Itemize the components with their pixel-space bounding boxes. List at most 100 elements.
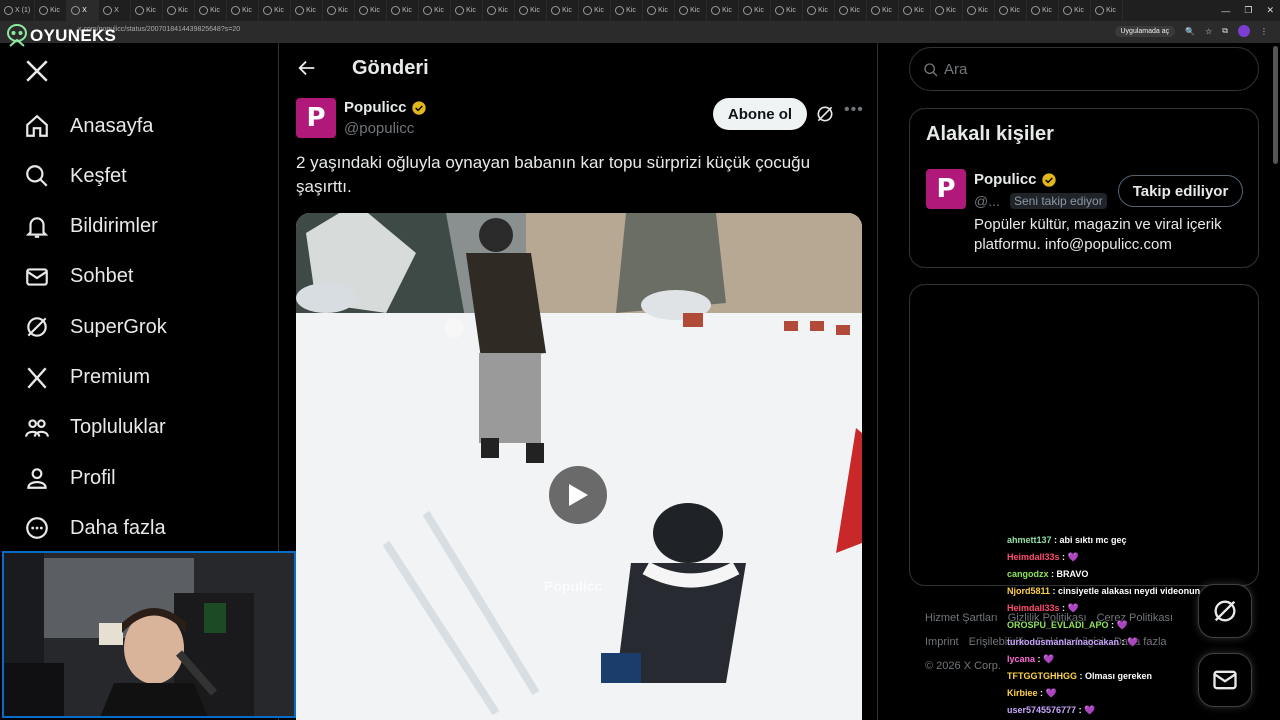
relevant-handle[interactable]: @... (974, 193, 1000, 209)
play-button[interactable] (549, 466, 607, 524)
chat-text: 💜 (1067, 603, 1079, 613)
browser-tab[interactable]: Kic (323, 0, 356, 21)
page-scrollbar[interactable] (1273, 46, 1278, 164)
search-input[interactable]: Ara (909, 47, 1259, 91)
browser-tab[interactable]: X (99, 0, 132, 21)
browser-tab[interactable]: Kic (611, 0, 644, 21)
open-in-app-button[interactable]: Uygulamada aç (1114, 25, 1176, 37)
more-options-icon[interactable]: ••• (844, 101, 864, 119)
back-arrow-icon[interactable] (296, 57, 318, 79)
x-logo-icon[interactable] (24, 58, 50, 84)
browser-tab[interactable]: Kic (899, 0, 932, 21)
tab-favicon-icon (711, 6, 721, 15)
post-video[interactable]: Populicc (296, 213, 862, 720)
browser-tab[interactable]: Kic (707, 0, 740, 21)
tab-label: Kic (530, 7, 540, 14)
follows-you-badge: Seni takip ediyor (1010, 193, 1107, 209)
tab-label: Kic (914, 7, 924, 14)
chat-username: turkodusmanlarinaocakan (1007, 637, 1120, 647)
browser-tab[interactable]: Kic (1091, 0, 1124, 21)
browser-tab[interactable]: Kic (515, 0, 548, 21)
minimize-icon[interactable]: — (1221, 6, 1230, 16)
browser-tab[interactable]: Kic (163, 0, 196, 21)
browser-tab[interactable]: Kic (451, 0, 484, 21)
browser-tab[interactable]: Kic (419, 0, 452, 21)
webcam-overlay (2, 551, 296, 718)
browser-tab[interactable]: Kic (963, 0, 996, 21)
tab-favicon-icon (743, 6, 753, 15)
nav-item-topluluklar[interactable]: Topluluklar (24, 408, 166, 448)
chat-message: lycana : 💜 (1007, 654, 1055, 664)
browser-tab[interactable]: Kic (867, 0, 900, 21)
bookmark-star-icon[interactable]: ☆ (1205, 27, 1212, 36)
browser-tab[interactable]: Kic (1059, 0, 1092, 21)
browser-tab[interactable]: Kic (547, 0, 580, 21)
tab-label: Kic (690, 7, 700, 14)
extensions-icon[interactable]: ⧉ (1222, 26, 1228, 36)
footer-link[interactable]: Imprint (925, 636, 959, 648)
browser-tab[interactable]: Kic (1027, 0, 1060, 21)
chat-text: BRAVO (1056, 569, 1089, 579)
following-button[interactable]: Takip ediliyor (1118, 175, 1243, 207)
menu-icon[interactable]: ⋮ (1260, 27, 1268, 36)
browser-tab[interactable]: Kic (739, 0, 772, 21)
browser-tab[interactable]: Kic (771, 0, 804, 21)
close-icon[interactable]: ✕ (1266, 5, 1274, 16)
nav-item-keşfet[interactable]: Keşfet (24, 156, 127, 196)
browser-tab[interactable]: Kic (227, 0, 260, 21)
browser-tab[interactable]: Kic (131, 0, 164, 21)
footer-link[interactable]: Hizmet Şartları (925, 612, 998, 624)
tab-favicon-icon (1063, 6, 1073, 15)
browser-tab[interactable]: Kic (643, 0, 676, 21)
chat-message: cangodzx : BRAVO (1007, 569, 1089, 579)
profile-icon[interactable] (1238, 25, 1250, 37)
tab-favicon-icon (647, 6, 657, 15)
author-handle[interactable]: @populicc (344, 120, 414, 137)
browser-tab[interactable]: Kic (35, 0, 68, 21)
browser-tab[interactable]: Kic (931, 0, 964, 21)
tab-favicon-icon (391, 6, 401, 15)
browser-tab[interactable]: Kic (291, 0, 324, 21)
tab-favicon-icon (519, 6, 529, 15)
browser-tab[interactable]: X (1) (0, 0, 36, 21)
author-name[interactable]: Populicc (344, 99, 427, 116)
nav-item-premium[interactable]: Premium (24, 358, 150, 398)
nav-item-profil[interactable]: Profil (24, 458, 116, 498)
relevant-people-panel: Alakalı kişiler P Populicc @... Seni tak… (909, 108, 1259, 268)
browser-tab[interactable]: Kic (387, 0, 420, 21)
browser-tab[interactable]: Kic (803, 0, 836, 21)
tab-favicon-icon (935, 6, 945, 15)
grok-icon[interactable] (815, 104, 835, 124)
relevant-avatar[interactable]: P (926, 169, 966, 209)
tab-favicon-icon (39, 6, 49, 15)
address-bar: x.com/populicc/status/200701841443982564… (0, 21, 1280, 43)
browser-tab[interactable]: Kic (579, 0, 612, 21)
nav-item-supergrok[interactable]: SuperGrok (24, 307, 167, 347)
zoom-icon[interactable]: 🔍 (1185, 27, 1195, 36)
browser-tab[interactable]: X (67, 0, 100, 21)
browser-tab[interactable]: Kic (835, 0, 868, 21)
browser-tab[interactable]: Kic (195, 0, 228, 21)
browser-tab[interactable]: Kic (483, 0, 516, 21)
relevant-name[interactable]: Populicc (974, 171, 1057, 188)
chat-username: Njord5811 (1007, 586, 1051, 596)
restore-icon[interactable]: ❐ (1244, 5, 1252, 16)
nav-item-daha-fazla[interactable]: Daha fazla (24, 508, 166, 548)
browser-tab[interactable]: Kic (675, 0, 708, 21)
search-placeholder: Ara (944, 61, 968, 78)
chat-username: ahmett137 (1007, 535, 1052, 545)
post-column: Gönderi P Populicc @populicc Abone ol ••… (280, 43, 878, 720)
tab-label: Kic (594, 7, 604, 14)
tab-favicon-icon (231, 6, 241, 15)
tab-label: Kic (274, 7, 284, 14)
subscribe-button[interactable]: Abone ol (713, 98, 807, 130)
browser-tab[interactable]: Kic (259, 0, 292, 21)
nav-item-sohbet[interactable]: Sohbet (24, 257, 133, 297)
nav-item-anasayfa[interactable]: Anasayfa (24, 106, 153, 146)
browser-tab[interactable]: Kic (995, 0, 1028, 21)
chat-message: ahmett137 : abi sıktı mc geç (1007, 535, 1127, 545)
browser-tab[interactable]: Kic (355, 0, 388, 21)
author-avatar[interactable]: P (296, 98, 336, 138)
nav-item-bildirimler[interactable]: Bildirimler (24, 207, 158, 247)
tab-label: Kic (146, 7, 156, 14)
